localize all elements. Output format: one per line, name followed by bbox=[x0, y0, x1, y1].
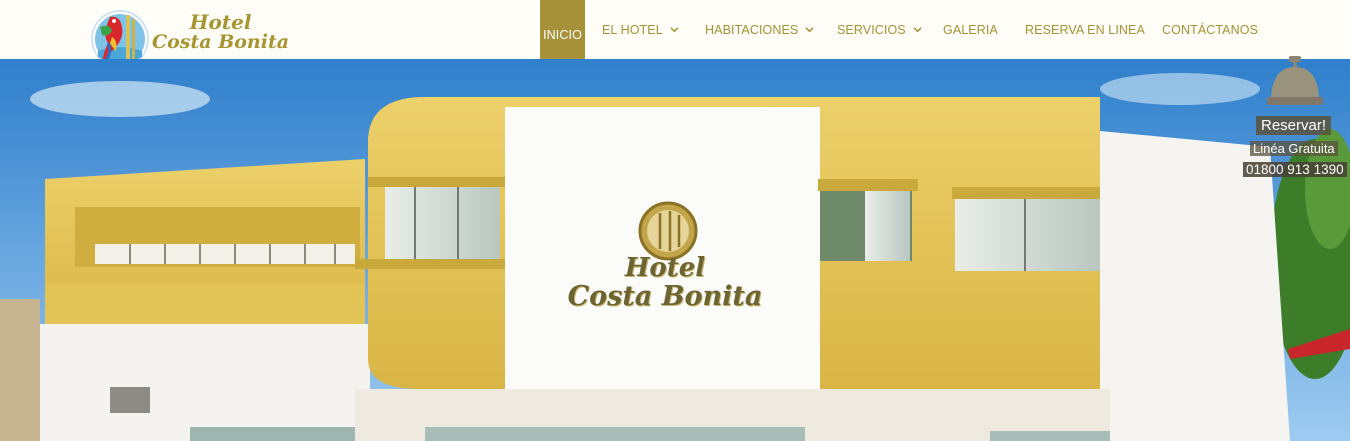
bell-icon[interactable] bbox=[1265, 55, 1325, 110]
facade-sign: Hotel Costa Bonita bbox=[540, 254, 790, 312]
nav-label: EL HOTEL bbox=[602, 22, 663, 37]
chevron-down-icon bbox=[670, 27, 679, 33]
free-line-label: Linéa Gratuita bbox=[1250, 141, 1338, 156]
nav-label: SERVICIOS bbox=[837, 22, 906, 37]
nav-label: CONTÁCTANOS bbox=[1162, 22, 1259, 37]
nav-label: INICIO bbox=[543, 28, 582, 42]
brand-line-2: Costa Bonita bbox=[152, 31, 290, 53]
sign-line-2: Costa Bonita bbox=[567, 281, 763, 312]
sign-line-1: Hotel bbox=[624, 253, 706, 283]
phone-number[interactable]: 01800 913 1390 bbox=[1243, 162, 1347, 177]
nav-label: RESERVA EN LINEA bbox=[1025, 22, 1145, 37]
nav-item-galeria[interactable]: GALERIA bbox=[943, 0, 998, 59]
nav-item-el-hotel[interactable]: EL HOTEL bbox=[602, 0, 679, 59]
chevron-down-icon bbox=[913, 27, 922, 33]
brand-name[interactable]: Hotel Costa Bonita bbox=[152, 12, 289, 52]
reserve-button[interactable]: Reservar! bbox=[1256, 116, 1332, 135]
brand-line-1: Hotel bbox=[189, 10, 252, 34]
site-header: Hotel Costa Bonita INICIO EL HOTEL HABIT… bbox=[0, 0, 1350, 70]
chevron-down-icon bbox=[805, 27, 814, 33]
nav-item-habitaciones[interactable]: HABITACIONES bbox=[705, 0, 814, 59]
hotel-facade-image bbox=[0, 59, 1350, 441]
nav-item-contactanos[interactable]: CONTÁCTANOS bbox=[1162, 0, 1258, 59]
nav-label: HABITACIONES bbox=[705, 22, 799, 37]
nav-item-servicios[interactable]: SERVICIOS bbox=[837, 0, 922, 59]
nav-label: GALERIA bbox=[943, 22, 998, 37]
nav-item-reserva-en-linea[interactable]: RESERVA EN LINEA bbox=[1025, 0, 1145, 59]
hero-banner: Hotel Costa Bonita bbox=[0, 59, 1350, 441]
